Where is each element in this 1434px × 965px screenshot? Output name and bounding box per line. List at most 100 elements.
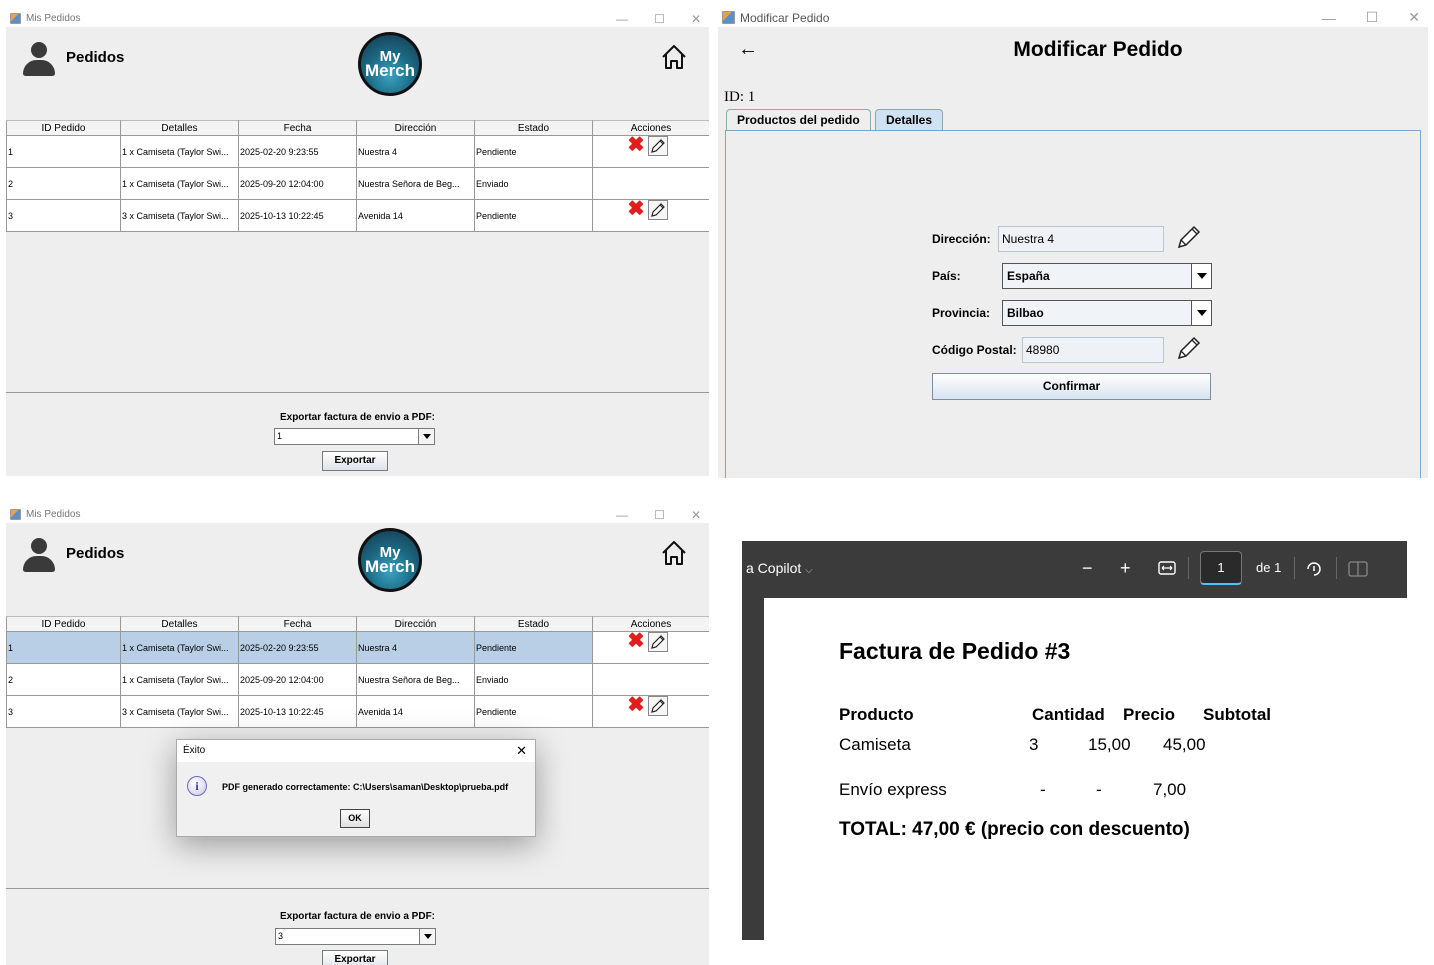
country-select[interactable]: España [1002, 263, 1212, 289]
column-header[interactable]: Estado [474, 120, 593, 136]
edit-pencil-icon[interactable] [648, 200, 668, 220]
cell-id[interactable]: 1 [6, 631, 121, 664]
delete-icon[interactable]: ✖ [627, 632, 645, 652]
user-icon[interactable] [22, 42, 56, 76]
cell-status[interactable]: Pendiente [474, 695, 593, 728]
edit-pencil-icon[interactable] [648, 632, 668, 652]
edit-pencil-icon[interactable] [648, 696, 668, 716]
export-button[interactable]: Exportar [322, 950, 388, 965]
cell-date[interactable]: 2025-02-20 9:23:55 [238, 135, 357, 168]
dialog-close-icon[interactable]: ✕ [516, 740, 527, 762]
cell-details[interactable]: 1 x Camiseta (Taylor Swi... [120, 631, 239, 664]
zoom-out-icon[interactable]: − [1082, 558, 1093, 578]
minimize-icon[interactable]: — [616, 12, 628, 26]
zoom-in-icon[interactable]: + [1120, 558, 1131, 578]
home-icon[interactable] [660, 539, 688, 567]
cell-address[interactable]: Nuestra Señora de Beg... [356, 663, 475, 696]
cell-id[interactable]: 1 [6, 135, 121, 168]
maximize-icon[interactable]: ☐ [1366, 9, 1379, 26]
delete-icon[interactable]: ✖ [627, 696, 645, 716]
table-row[interactable]: 2 1 x Camiseta (Taylor Swi... 2025-09-20… [6, 167, 709, 200]
column-header[interactable]: Estado [474, 616, 593, 632]
table-row-selected[interactable]: 1 1 x Camiseta (Taylor Swi... 2025-02-20… [6, 631, 709, 664]
address-field[interactable]: Nuestra 4 [998, 226, 1164, 252]
cell-status[interactable]: Pendiente [474, 199, 593, 232]
column-header[interactable]: Fecha [238, 616, 357, 632]
maximize-icon[interactable]: ☐ [654, 12, 665, 26]
cell-address[interactable]: Nuestra 4 [356, 135, 475, 168]
copilot-button[interactable]: a Copilot ⌵ [746, 558, 813, 581]
fit-width-icon[interactable] [1158, 561, 1176, 575]
cell-status[interactable]: Pendiente [474, 631, 593, 664]
column-header[interactable]: Detalles [120, 616, 239, 632]
orders-titlebar: Mis Pedidos — ☐ ✕ [6, 10, 709, 27]
edit-address-pencil-icon[interactable] [1176, 224, 1202, 250]
cell-status[interactable]: Enviado [474, 167, 593, 200]
chevron-down-icon[interactable] [418, 429, 434, 444]
export-order-select[interactable]: 1 [274, 428, 435, 445]
info-icon: i [187, 776, 207, 796]
table-row[interactable]: 3 3 x Camiseta (Taylor Swi... 2025-10-13… [6, 695, 709, 728]
edit-postal-pencil-icon[interactable] [1176, 335, 1202, 361]
cell-status[interactable]: Pendiente [474, 135, 593, 168]
postal-code-field[interactable]: 48980 [1022, 337, 1164, 363]
cell-details[interactable]: 3 x Camiseta (Taylor Swi... [120, 199, 239, 232]
page-number-input[interactable]: 1 [1200, 551, 1242, 585]
chevron-down-icon[interactable] [419, 929, 435, 944]
dialog-ok-button[interactable]: OK [340, 809, 370, 828]
tab-products[interactable]: Productos del pedido [726, 109, 871, 130]
column-header[interactable]: ID Pedido [6, 120, 121, 136]
export-order-select[interactable]: 3 [275, 928, 436, 945]
close-icon[interactable]: ✕ [691, 12, 701, 26]
cell-status[interactable]: Enviado [474, 663, 593, 696]
table-row[interactable]: 1 1 x Camiseta (Taylor Swi... 2025-02-20… [6, 135, 709, 168]
tab-details[interactable]: Detalles [875, 109, 944, 130]
cell-date[interactable]: 2025-09-20 12:04:00 [238, 167, 357, 200]
chevron-down-icon[interactable] [1191, 301, 1211, 325]
delete-icon[interactable]: ✖ [627, 136, 645, 156]
column-header[interactable]: Dirección [356, 120, 475, 136]
window-controls: — ☐ ✕ [616, 10, 701, 27]
edit-pencil-icon[interactable] [648, 136, 668, 156]
column-header[interactable]: Acciones [592, 616, 709, 632]
column-header[interactable]: ID Pedido [6, 616, 121, 632]
cell-address[interactable]: Avenida 14 [356, 695, 475, 728]
cell-details[interactable]: 1 x Camiseta (Taylor Swi... [120, 663, 239, 696]
cell-id[interactable]: 3 [6, 199, 121, 232]
cell-address[interactable]: Nuestra Señora de Beg... [356, 167, 475, 200]
column-header[interactable]: Dirección [356, 616, 475, 632]
cell-id[interactable]: 2 [6, 167, 121, 200]
rotate-icon[interactable] [1304, 559, 1324, 579]
export-button[interactable]: Exportar [322, 451, 388, 471]
cell-date[interactable]: 2025-10-13 10:22:45 [238, 695, 357, 728]
cell-id[interactable]: 2 [6, 663, 121, 696]
cell-address[interactable]: Avenida 14 [356, 199, 475, 232]
column-header[interactable]: Acciones [592, 120, 709, 136]
column-header[interactable]: Detalles [120, 120, 239, 136]
minimize-icon[interactable]: — [616, 508, 628, 522]
cell-details[interactable]: 1 x Camiseta (Taylor Swi... [120, 167, 239, 200]
minimize-icon[interactable]: — [1322, 10, 1336, 26]
column-header[interactable]: Fecha [238, 120, 357, 136]
cell-details[interactable]: 3 x Camiseta (Taylor Swi... [120, 695, 239, 728]
confirm-button[interactable]: Confirmar [932, 373, 1211, 400]
table-row[interactable]: 2 1 x Camiseta (Taylor Swi... 2025-09-20… [6, 663, 709, 696]
cell-date[interactable]: 2025-09-20 12:04:00 [238, 663, 357, 696]
cell-date[interactable]: 2025-10-13 10:22:45 [238, 199, 357, 232]
province-select[interactable]: Bilbao [1002, 300, 1212, 326]
close-icon[interactable]: ✕ [1408, 9, 1420, 26]
window-title: Mis Pedidos [26, 509, 81, 520]
maximize-icon[interactable]: ☐ [654, 508, 665, 522]
delete-icon[interactable]: ✖ [627, 200, 645, 220]
chevron-down-icon[interactable] [1191, 264, 1211, 288]
cell-address[interactable]: Nuestra 4 [356, 631, 475, 664]
home-icon[interactable] [660, 43, 688, 71]
page-view-icon[interactable] [1348, 561, 1368, 577]
table-row[interactable]: 3 3 x Camiseta (Taylor Swi... 2025-10-13… [6, 199, 709, 232]
user-icon[interactable] [22, 538, 56, 572]
cell-date[interactable]: 2025-02-20 9:23:55 [238, 631, 357, 664]
cell-id[interactable]: 3 [6, 695, 121, 728]
cell-details[interactable]: 1 x Camiseta (Taylor Swi... [120, 135, 239, 168]
close-icon[interactable]: ✕ [691, 508, 701, 522]
cell-subtotal: 45,00 [1163, 735, 1206, 754]
